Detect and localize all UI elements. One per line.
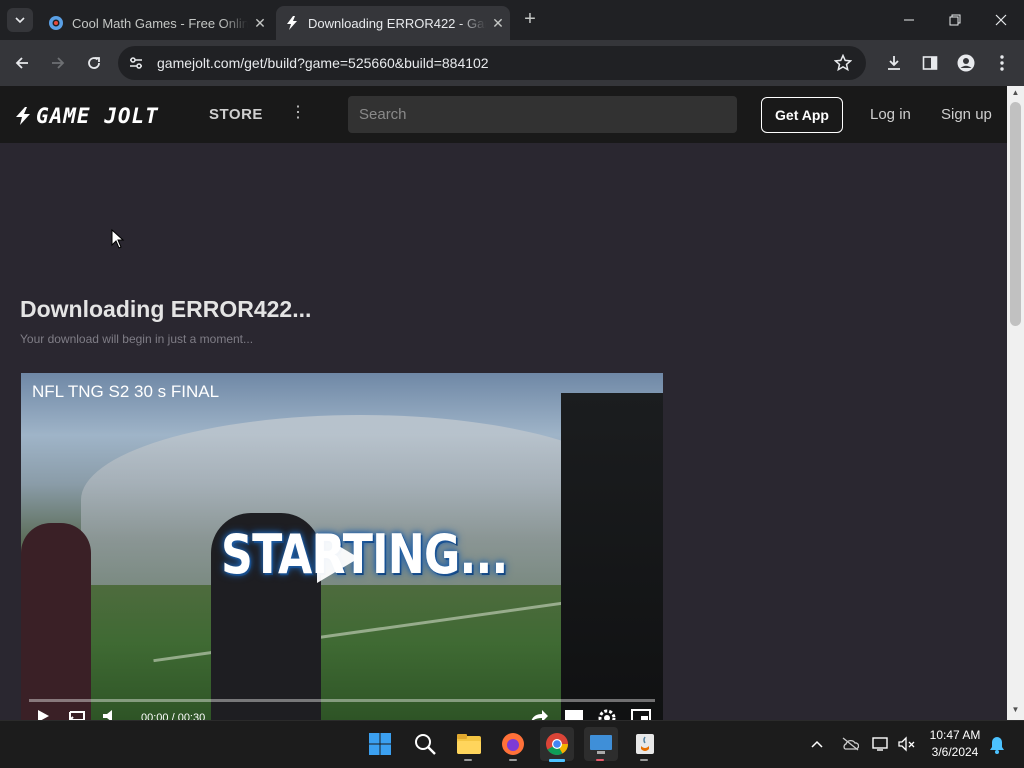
reload-icon[interactable] bbox=[80, 50, 108, 76]
video-player[interactable]: NFL TNG S2 30 s FINAL STARTING... 00:00 … bbox=[21, 373, 663, 720]
video-title: NFL TNG S2 30 s FINAL bbox=[32, 382, 220, 401]
volume-icon[interactable] bbox=[101, 708, 119, 720]
video-progress-bar[interactable] bbox=[29, 699, 655, 702]
replay-icon[interactable] bbox=[67, 708, 87, 720]
nav-store[interactable]: STORE bbox=[209, 106, 263, 123]
search-input[interactable] bbox=[348, 96, 737, 133]
minimize-window-icon[interactable] bbox=[886, 0, 932, 40]
restore-window-icon[interactable] bbox=[932, 0, 978, 40]
notification-bell-icon[interactable] bbox=[987, 735, 1007, 755]
taskbar-clock-date[interactable]: 3/6/2024 bbox=[922, 745, 988, 759]
side-panel-icon[interactable] bbox=[916, 50, 944, 76]
firefox-icon[interactable] bbox=[496, 727, 530, 761]
search-icon[interactable] bbox=[408, 727, 442, 761]
tab-gamejolt[interactable]: Downloading ERROR422 - Game Jolt ✕ bbox=[276, 6, 510, 40]
site-info-icon[interactable] bbox=[128, 55, 144, 76]
running-indicator bbox=[464, 759, 472, 761]
more-vertical-icon[interactable]: ⋮ bbox=[290, 104, 306, 124]
java-app-icon[interactable] bbox=[628, 727, 662, 761]
new-tab-button[interactable]: + bbox=[518, 8, 542, 32]
running-indicator bbox=[509, 759, 517, 761]
volume-muted-icon[interactable] bbox=[897, 734, 917, 754]
close-tab-icon[interactable]: ✕ bbox=[486, 15, 510, 32]
running-indicator bbox=[640, 759, 648, 761]
tab-title: Downloading ERROR422 - Game Jolt bbox=[308, 15, 486, 31]
file-explorer-icon[interactable] bbox=[452, 727, 486, 761]
scrollbar-thumb[interactable] bbox=[1010, 102, 1021, 326]
scroll-down-arrow-icon[interactable]: ▼ bbox=[1007, 705, 1024, 719]
play-icon[interactable] bbox=[35, 708, 51, 720]
url-text: gamejolt.com/get/build?game=525660&build… bbox=[157, 55, 489, 71]
tab-coolmath[interactable]: Cool Math Games - Free Online Games ✕ bbox=[40, 6, 272, 40]
gamejolt-favicon-icon bbox=[287, 16, 297, 30]
get-app-button[interactable]: Get App bbox=[761, 97, 843, 133]
address-bar[interactable]: gamejolt.com/get/build?game=525660&build… bbox=[118, 46, 866, 80]
logo-text: GAME JOLT bbox=[36, 104, 159, 128]
tab-title: Cool Math Games - Free Online Games bbox=[72, 15, 248, 31]
bookmark-star-icon[interactable] bbox=[833, 53, 853, 77]
captions-icon[interactable] bbox=[564, 708, 584, 720]
remote-desktop-icon[interactable] bbox=[584, 727, 618, 761]
running-indicator bbox=[596, 759, 604, 761]
network-icon[interactable] bbox=[871, 734, 891, 754]
tab-search-button[interactable] bbox=[7, 8, 33, 32]
settings-gear-icon[interactable] bbox=[597, 708, 617, 720]
lightning-bolt-icon bbox=[16, 107, 30, 125]
mouse-cursor-icon bbox=[111, 228, 125, 254]
active-indicator bbox=[549, 759, 565, 762]
play-overlay-icon[interactable] bbox=[317, 533, 359, 583]
login-link[interactable]: Log in bbox=[870, 106, 911, 123]
close-tab-icon[interactable]: ✕ bbox=[248, 15, 272, 32]
windows-start-icon[interactable] bbox=[363, 727, 397, 761]
share-icon[interactable] bbox=[529, 708, 549, 720]
fullscreen-icon[interactable] bbox=[631, 708, 651, 720]
camera-crane-shape bbox=[561, 393, 663, 720]
onedrive-offline-icon[interactable] bbox=[840, 734, 860, 754]
video-overlay-text: STARTING... bbox=[221, 523, 508, 586]
gamejolt-logo[interactable]: GAME JOLT bbox=[14, 104, 159, 128]
profile-icon[interactable] bbox=[952, 50, 980, 76]
page-title: Downloading ERROR422... bbox=[20, 296, 312, 322]
download-icon[interactable] bbox=[880, 50, 908, 76]
chrome-icon[interactable] bbox=[540, 727, 574, 761]
video-time: 00:00 / 00:30 bbox=[141, 712, 206, 720]
signup-link[interactable]: Sign up bbox=[941, 106, 992, 123]
coolmath-favicon-icon bbox=[49, 16, 63, 30]
forward-arrow-icon[interactable] bbox=[44, 50, 72, 76]
close-window-icon[interactable] bbox=[978, 0, 1024, 40]
scroll-up-arrow-icon[interactable]: ▲ bbox=[1007, 88, 1024, 102]
chevron-up-icon[interactable] bbox=[807, 734, 827, 754]
person-silhouette bbox=[21, 523, 91, 720]
taskbar-clock-time[interactable]: 10:47 AM bbox=[922, 728, 988, 742]
chevron-down-icon bbox=[15, 17, 25, 24]
back-arrow-icon[interactable] bbox=[8, 50, 36, 76]
menu-kebab-icon[interactable] bbox=[988, 50, 1016, 76]
download-subtext: Your download will begin in just a momen… bbox=[20, 332, 254, 346]
